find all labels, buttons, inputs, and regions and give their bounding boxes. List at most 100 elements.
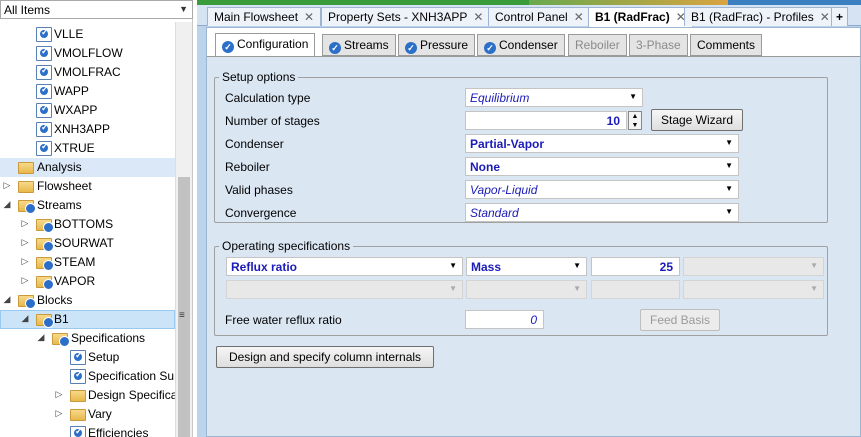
tree-item-vary[interactable]: ▷ Vary [0,405,175,424]
tab-3-phase[interactable]: 3-Phase [629,34,688,56]
expand-arrow-icon[interactable]: ▷ [20,275,30,286]
complete-check-icon: ✓ [484,42,496,54]
expand-arrow-icon[interactable]: ▷ [20,237,30,248]
tree-item-label: Vary [88,407,112,421]
basis1-select[interactable]: Mass ▼ [466,257,587,276]
tab-streams[interactable]: ✓ Streams [322,34,396,56]
spec1-value-input[interactable]: 25 [591,257,680,276]
tree-item-specification-summary[interactable]: Specification Su [0,367,175,386]
tree-item-sourwat[interactable]: ▷ SOURWAT [0,234,175,253]
tree-item-analysis[interactable]: Analysis [0,158,175,177]
chevron-down-icon: ▼ [179,4,188,14]
tree-item-efficiencies[interactable]: Efficiencies [0,424,175,437]
tree-item-vmolflow[interactable]: VMOLFLOW [0,44,175,63]
chevron-down-icon: ▼ [573,284,581,293]
spec2-value-input[interactable] [591,280,680,299]
tree-item-vlle[interactable]: VLLE [0,25,175,44]
spin-down-icon[interactable]: ▼ [629,121,641,130]
completed-check-icon [36,103,52,118]
stages-spinner[interactable]: ▲ ▼ [628,111,642,130]
tree-item-label: Design Specifica [88,388,175,402]
tree-item-flowsheet[interactable]: ▷ Flowsheet [0,177,175,196]
spec1-select[interactable]: Reflux ratio ▼ [226,257,463,276]
reboiler-select[interactable]: None ▼ [465,157,739,176]
folder-check-icon [36,257,54,271]
close-icon[interactable]: ✕ [473,10,483,24]
column-internals-button[interactable]: Design and specify column internals [216,346,434,368]
expand-arrow-icon[interactable]: ▷ [20,256,30,267]
new-tab-button[interactable]: + [831,7,849,26]
convergence-select[interactable]: Standard ▼ [465,203,739,222]
tab-pressure[interactable]: ✓ Pressure [398,34,476,56]
collapse-arrow-icon[interactable]: ◢ [20,313,30,324]
tree-item-xnh3app[interactable]: XNH3APP [0,120,175,139]
tab-reboiler[interactable]: Reboiler [568,34,627,56]
tree-item-vmolfrac[interactable]: VMOLFRAC [0,63,175,82]
tree-item-setup[interactable]: Setup [0,348,175,367]
free-water-reflux-input[interactable]: 0 [465,310,544,329]
stage-wizard-button[interactable]: Stage Wizard [651,109,743,131]
tab-main-flowsheet[interactable]: Main Flowsheet ✕ [207,7,322,26]
tree-item-label: Setup [88,350,120,364]
tree-item-streams[interactable]: ◢ Streams [0,196,175,215]
tree-item-label: SOURWAT [54,236,114,250]
stages-input[interactable]: 10 [465,111,627,130]
expand-arrow-icon[interactable]: ▷ [2,180,12,191]
tree-item-label: Specifications [71,331,146,345]
tab-b1-radfrac[interactable]: B1 (RadFrac) ✕ [588,7,693,27]
tree-item-wxapp[interactable]: WXAPP [0,101,175,120]
folder-icon [18,181,34,193]
chevron-down-icon: ▼ [725,138,733,147]
tree-item-label: VMOLFLOW [54,46,123,60]
tree-item-xtrue[interactable]: XTRUE [0,139,175,158]
tab-property-sets-xnh3app[interactable]: Property Sets - XNH3APP ✕ [321,7,491,26]
input-value: 25 [659,260,673,274]
expand-arrow-icon[interactable]: ▷ [54,408,64,419]
collapse-arrow-icon[interactable]: ◢ [2,294,12,305]
spec1-units-select[interactable]: ▼ [683,257,824,276]
tree-item-wapp[interactable]: WAPP [0,82,175,101]
close-icon[interactable]: ✕ [574,10,584,24]
tree-item-b1[interactable]: ◢ B1 [0,310,175,329]
tab-b1-radfrac-profiles[interactable]: B1 (RadFrac) - Profiles ✕ [684,7,837,26]
collapse-arrow-icon[interactable]: ◢ [36,332,46,343]
tree-item-label: Streams [37,198,82,212]
close-icon[interactable]: ✕ [304,10,314,24]
calc-type-select[interactable]: Equilibrium ▼ [465,88,643,107]
form-body: Setup options Calculation type Equilibri… [207,56,860,436]
tree-item-bottoms[interactable]: ▷ BOTTOMS [0,215,175,234]
tab-control-panel[interactable]: Control Panel ✕ [488,7,591,26]
tab-condenser[interactable]: ✓ Condenser [477,34,565,56]
grip-icon: ≡ [179,310,185,321]
spin-up-icon[interactable]: ▲ [629,112,641,121]
expand-arrow-icon[interactable]: ▷ [54,389,64,400]
collapse-arrow-icon[interactable]: ◢ [2,199,12,210]
tree-item-blocks[interactable]: ◢ Blocks [0,291,175,310]
valid-phases-select[interactable]: Vapor-Liquid ▼ [465,180,739,199]
condenser-select[interactable]: Partial-Vapor ▼ [465,134,739,153]
expand-arrow-icon[interactable]: ▷ [20,218,30,229]
folder-check-icon [36,314,54,328]
tab-comments[interactable]: Comments [690,34,763,56]
folder-check-icon [36,219,54,233]
button-label: Stage Wizard [660,113,734,127]
tab-label: Property Sets - XNH3APP [328,10,468,24]
feed-basis-button[interactable]: Feed Basis [640,309,720,331]
tree-item-label: STEAM [54,255,96,269]
tree-item-specifications[interactable]: ◢ Specifications [0,329,175,348]
tree-item-steam[interactable]: ▷ STEAM [0,253,175,272]
navigator-filter-select[interactable]: All Items ▼ [0,0,193,19]
stages-label: Number of stages [225,114,320,128]
navigator-scrollbar[interactable]: ≡ [175,22,192,437]
basis2-select[interactable]: ▼ [466,280,587,299]
folder-icon [70,390,86,402]
tree-item-vapor[interactable]: ▷ VAPOR [0,272,175,291]
tab-configuration[interactable]: ✓ Configuration [215,33,316,57]
spec2-select[interactable]: ▼ [226,280,463,299]
tree-item-label: Blocks [37,293,73,307]
close-icon[interactable]: ✕ [820,10,830,24]
reboiler-label: Reboiler [225,160,270,174]
spec2-units-select[interactable]: ▼ [683,280,824,299]
scrollbar-thumb[interactable] [178,177,190,437]
tree-item-design-specifications[interactable]: ▷ Design Specifica [0,386,175,405]
